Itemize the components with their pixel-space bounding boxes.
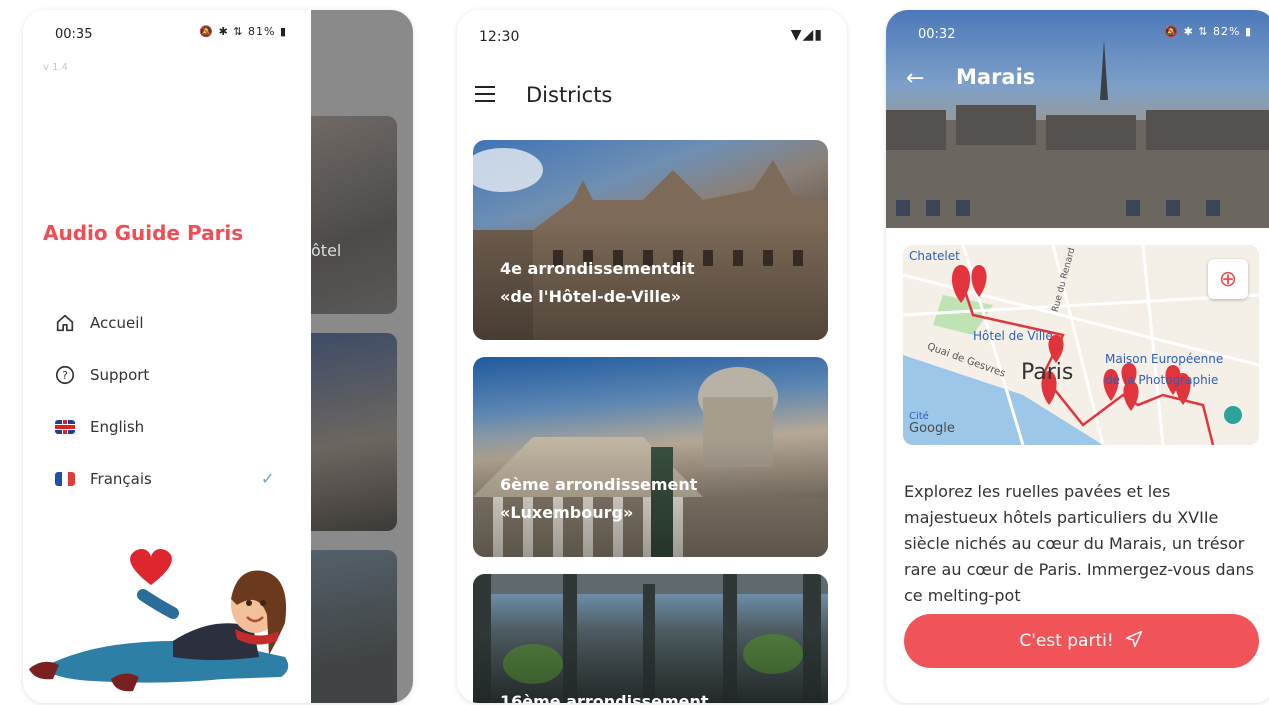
district-title: 16ème arrondissement — [500, 692, 709, 703]
map-label-paris: Paris — [1021, 360, 1074, 385]
status-icons: ▼◢▮ — [790, 27, 823, 43]
menu-icon[interactable] — [475, 86, 495, 102]
page-title: Marais — [956, 65, 1036, 89]
menu-item-english[interactable]: English — [53, 412, 144, 442]
district-card[interactable]: 16ème arrondissement — [473, 574, 828, 703]
google-logo: Google — [909, 421, 955, 436]
home-icon — [53, 311, 77, 335]
help-icon: ? — [53, 363, 77, 387]
menu-item-label: Accueil — [90, 314, 144, 332]
app-name: Audio Guide Paris — [43, 221, 244, 245]
start-button[interactable]: C'est parti! — [904, 614, 1259, 668]
status-bar: 00:32 🔕 ✱ ⇅ 82% ▮ — [886, 10, 1269, 54]
status-icons: 🔕 ✱ ⇅ 82% ▮ — [1164, 25, 1252, 38]
top-app-bar: Districts — [457, 70, 847, 120]
menu-item-accueil[interactable]: Accueil — [53, 308, 144, 338]
status-bar: 12:30 ▼◢▮ — [457, 10, 847, 54]
start-button-label: C'est parti! — [1019, 631, 1114, 651]
menu-item-support[interactable]: ? Support — [53, 360, 149, 390]
menu-item-label: English — [90, 418, 145, 436]
status-time: 00:32 — [918, 27, 956, 42]
map-label-hotel-de-ville: Hôtel de Ville — [973, 329, 1053, 343]
hero-photo: 00:32 🔕 ✱ ⇅ 82% ▮ ← Marais — [886, 10, 1269, 228]
navigation-drawer: 00:35 🔕 ✱ ⇅ 81% ▮ v 1.4 Audio Guide Pari… — [23, 10, 311, 703]
district-description: Explorez les ruelles pavées et les majes… — [904, 482, 1254, 605]
map-label-maison: Maison Européenne — [1105, 352, 1224, 366]
svg-text:?: ? — [62, 369, 68, 382]
dimmed-district-card — [311, 333, 397, 531]
menu-item-label: Support — [90, 366, 150, 384]
app-version: v 1.4 — [43, 62, 68, 73]
dimmed-district-card: ôtel — [311, 116, 397, 314]
status-time: 00:35 — [55, 27, 93, 42]
target-icon: ⊕ — [1218, 266, 1238, 292]
france-flag-icon — [53, 467, 77, 491]
district-card[interactable]: 6ème arrondissement «Luxembourg» — [473, 357, 828, 557]
locate-button[interactable]: ⊕ — [1208, 259, 1248, 299]
districts-screen: 12:30 ▼◢▮ Districts 4e arrondissementdit… — [457, 10, 847, 703]
dimmed-district-card — [311, 550, 397, 703]
status-bar: 00:35 🔕 ✱ ⇅ 81% ▮ — [23, 10, 311, 54]
map-label-photographie: de la Photographie — [1105, 373, 1219, 387]
route-map[interactable]: Chatelet Hôtel de Ville Paris Maison Eur… — [903, 245, 1259, 445]
status-icons: 🔕 ✱ ⇅ 81% ▮ — [199, 25, 287, 38]
status-time: 12:30 — [479, 29, 520, 45]
dimmed-card-text: ôtel — [311, 241, 342, 260]
menu-item-label: Français — [90, 470, 152, 488]
mascot-illustration — [29, 548, 289, 692]
menu-item-francais[interactable]: Français — [53, 464, 283, 494]
district-title: 6ème arrondissement «Luxembourg» — [500, 475, 698, 522]
map-label-chatelet: Chatelet — [909, 249, 960, 263]
page-title: Districts — [526, 83, 613, 107]
district-title: 4e arrondissementdit «de l'Hôtel-de-Vill… — [500, 259, 695, 306]
uk-flag-icon — [53, 415, 77, 439]
district-card[interactable]: 4e arrondissementdit «de l'Hôtel-de-Vill… — [473, 140, 828, 340]
check-icon: ✓ — [261, 469, 275, 488]
drawer-screen: ôtel 00:35 🔕 ✱ ⇅ 81% ▮ v 1.4 Audio Guide… — [23, 10, 413, 703]
back-arrow-icon[interactable]: ← — [906, 66, 924, 91]
district-detail-screen: 00:32 🔕 ✱ ⇅ 82% ▮ ← Marais Chatelet Hôte… — [886, 10, 1269, 703]
send-icon — [1124, 629, 1144, 654]
